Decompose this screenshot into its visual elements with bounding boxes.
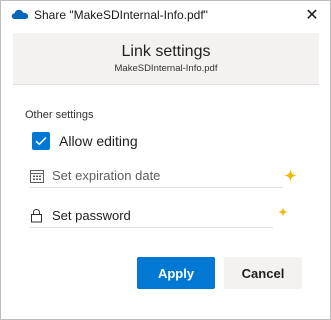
window-title: Share "MakeSDInternal-Info.pdf" xyxy=(34,8,208,22)
page-title: Link settings xyxy=(121,43,211,60)
onedrive-cloud-icon xyxy=(11,9,29,19)
sparkle-icon[interactable] xyxy=(284,169,297,182)
lock-icon xyxy=(30,208,48,224)
apply-button[interactable]: Apply xyxy=(137,257,215,289)
share-dialog: Share "MakeSDInternal-Info.pdf" ✕ Link s… xyxy=(0,0,331,320)
cancel-button[interactable]: Cancel xyxy=(224,257,302,289)
file-name: MakeSDInternal-Info.pdf xyxy=(114,63,218,74)
checkbox-checked-icon[interactable] xyxy=(32,132,50,150)
allow-editing-label: Allow editing xyxy=(59,133,138,149)
password-placeholder: Set password xyxy=(52,208,131,223)
sparkle-icon[interactable] xyxy=(278,207,288,217)
title-bar: Share "MakeSDInternal-Info.pdf" ✕ xyxy=(1,1,330,29)
dialog-header: Link settings MakeSDInternal-Info.pdf xyxy=(13,33,319,85)
allow-editing-checkbox[interactable]: Allow editing xyxy=(32,132,138,150)
section-label: Other settings xyxy=(25,109,94,121)
expiration-date-placeholder: Set expiration date xyxy=(52,168,161,183)
calendar-icon xyxy=(30,168,48,184)
expiration-date-field[interactable]: Set expiration date xyxy=(30,164,283,188)
close-button[interactable]: ✕ xyxy=(294,1,330,29)
checkmark-icon xyxy=(35,136,47,146)
password-field[interactable]: Set password xyxy=(30,204,273,228)
close-icon: ✕ xyxy=(305,7,319,24)
